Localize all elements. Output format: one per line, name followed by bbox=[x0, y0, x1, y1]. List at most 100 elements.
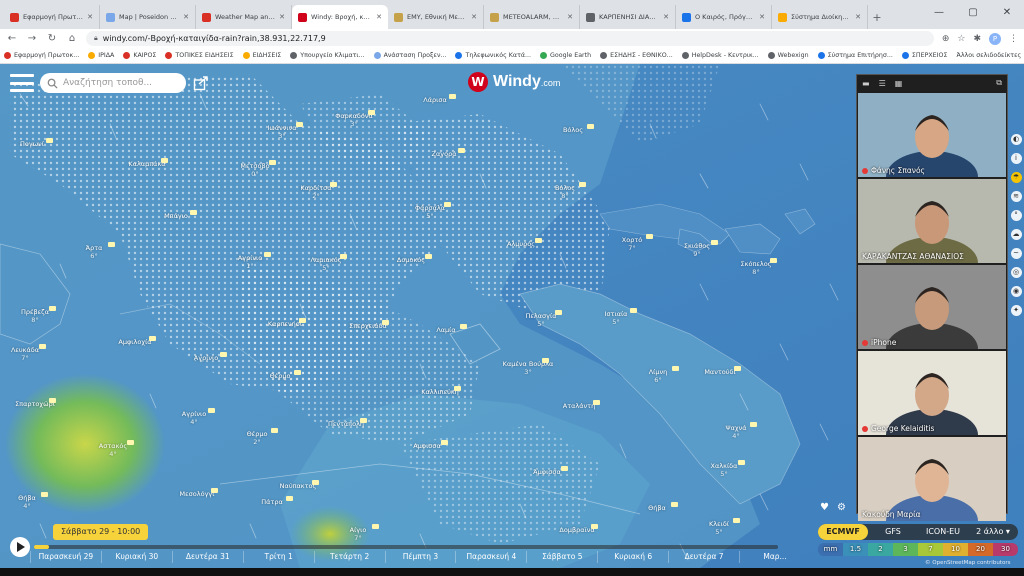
town-label[interactable]: Καρπενήσι bbox=[268, 320, 302, 328]
timeline-day[interactable]: Πέμπτη 3 bbox=[384, 551, 456, 563]
bookmark-item[interactable]: Ανάσταση Προξεν... bbox=[373, 52, 446, 59]
share-icon[interactable] bbox=[193, 75, 209, 91]
model-option[interactable]: ICON-EU bbox=[918, 524, 968, 540]
town-label[interactable]: Πογωνί bbox=[20, 140, 44, 148]
webcam-marker-icon[interactable] bbox=[449, 94, 456, 99]
webcam-marker-icon[interactable] bbox=[593, 400, 600, 405]
browser-tab[interactable]: Windy: Βροχή, καταιγίδα ✕ bbox=[292, 5, 388, 29]
webcam-marker-icon[interactable] bbox=[220, 352, 227, 357]
favorite-heart-icon[interactable]: ♥ bbox=[820, 502, 829, 513]
town-label[interactable]: Χαλκίδα 5° bbox=[711, 462, 738, 478]
timeline-progress[interactable] bbox=[34, 545, 778, 549]
webcam-marker-icon[interactable] bbox=[441, 440, 448, 445]
maximize-button[interactable]: ▢ bbox=[956, 0, 990, 29]
town-label[interactable]: Θέρμο 2° bbox=[247, 430, 268, 446]
webcam-marker-icon[interactable] bbox=[49, 398, 56, 403]
tab-close-icon[interactable]: ✕ bbox=[183, 13, 189, 21]
town-label[interactable]: Βόλος bbox=[563, 126, 583, 134]
webcam-marker-icon[interactable] bbox=[460, 324, 467, 329]
town-label[interactable]: Πάτρα bbox=[261, 498, 283, 506]
webcam-marker-icon[interactable] bbox=[368, 110, 375, 115]
town-label[interactable]: Ιστιαία 5° bbox=[605, 310, 628, 326]
timeline-day[interactable]: Παρασκευή 4 bbox=[455, 551, 526, 563]
timeline-day[interactable]: Κυριακή 30 bbox=[100, 551, 172, 563]
town-label[interactable]: Ζαγορά bbox=[432, 150, 457, 158]
grid-view-icon[interactable]: ▦ bbox=[895, 79, 903, 88]
settings-icon[interactable]: ⚙ bbox=[837, 502, 846, 513]
town-label[interactable]: Μεσολόγγι bbox=[180, 490, 215, 498]
browser-tab[interactable]: ΕΜΥ, Εθνική Μετεωρολ. ✕ bbox=[388, 5, 484, 29]
popout-icon[interactable]: ⧉ bbox=[996, 78, 1002, 88]
town-label[interactable]: Δομβραϊνα bbox=[559, 526, 594, 534]
webcam-marker-icon[interactable] bbox=[444, 202, 451, 207]
town-label[interactable]: Χορτό 7° bbox=[622, 236, 642, 252]
timeline-day[interactable]: Τετάρτη 2 bbox=[313, 551, 385, 563]
browser-tab[interactable]: Σύστημα Διοίκησης ✕ bbox=[772, 5, 868, 29]
town-label[interactable]: Λάρισα bbox=[423, 96, 446, 104]
tab-close-icon[interactable]: ✕ bbox=[279, 13, 285, 21]
webcam-marker-icon[interactable] bbox=[733, 518, 740, 523]
town-label[interactable]: Αστακός 4° bbox=[99, 442, 127, 458]
extensions-icon[interactable]: ✱ bbox=[973, 34, 981, 44]
town-label[interactable]: Ψαχνά 4° bbox=[725, 424, 746, 440]
webcam-marker-icon[interactable] bbox=[587, 124, 594, 129]
webcam-marker-icon[interactable] bbox=[579, 182, 586, 187]
map-layer-icon[interactable]: ◐ bbox=[1010, 134, 1022, 145]
webcam-marker-icon[interactable] bbox=[770, 258, 777, 263]
bookmark-item[interactable]: Τηλεφωνικός Κατά... bbox=[455, 52, 531, 59]
model-option[interactable]: 2 άλλο ▾ bbox=[968, 524, 1018, 540]
profile-avatar[interactable]: P bbox=[989, 32, 1001, 45]
bookmark-item[interactable]: ΕΙΔΗΣΕΙΣ bbox=[242, 52, 281, 59]
town-label[interactable]: Αμφιλοχία bbox=[118, 338, 151, 346]
bookmark-item[interactable]: Υπουργείο Κλιματι... bbox=[290, 52, 365, 59]
webcam-marker-icon[interactable] bbox=[646, 234, 653, 239]
webcam-marker-icon[interactable] bbox=[738, 460, 745, 465]
town-label[interactable]: Λαμιακός 5° bbox=[311, 256, 342, 272]
town-label[interactable]: Μπάγιο bbox=[164, 212, 188, 220]
bookmark-item[interactable]: ΤΟΠΙΚΕΣ ΕΙΔΗΣΕΙΣ bbox=[165, 52, 234, 59]
zoom-icon[interactable]: ⊕ bbox=[942, 34, 950, 44]
temperature-layer-icon[interactable]: ° bbox=[1010, 210, 1022, 221]
participant-tile[interactable]: George Kelaiditis bbox=[858, 351, 1006, 435]
participant-tile[interactable]: Κακούδη Μαρία bbox=[858, 437, 1006, 521]
timeline-day[interactable]: Κυριακή 6 bbox=[597, 551, 668, 563]
bookmark-item[interactable]: ΕΣΗΔΗΣ - ΕΘΝΙΚΟ... bbox=[600, 52, 673, 59]
town-label[interactable]: Σκόπελος 8° bbox=[741, 260, 772, 276]
browser-tab[interactable]: Map | Poseidon System ✕ bbox=[100, 5, 196, 29]
minimize-button[interactable]: — bbox=[922, 0, 956, 29]
town-label[interactable]: Ιωάννινα 3° bbox=[267, 124, 296, 140]
town-label[interactable]: Αγρίνιο 4° bbox=[182, 410, 206, 426]
webcam-marker-icon[interactable] bbox=[630, 308, 637, 313]
town-label[interactable]: Αταλάντη bbox=[563, 402, 595, 410]
webcam-marker-icon[interactable] bbox=[286, 496, 293, 501]
timeline-day[interactable]: Δευτέρα 31 bbox=[171, 551, 243, 563]
webcam-marker-icon[interactable] bbox=[271, 428, 278, 433]
webcam-marker-icon[interactable] bbox=[149, 336, 156, 341]
tab-close-icon[interactable]: ✕ bbox=[471, 13, 477, 21]
webcam-marker-icon[interactable] bbox=[671, 502, 678, 507]
reload-icon[interactable]: ↻ bbox=[46, 33, 58, 44]
other-bookmarks[interactable]: Άλλοι σελιδοδείκτες bbox=[956, 52, 1021, 59]
back-arrow-icon[interactable]: ← bbox=[6, 33, 18, 44]
browser-tab[interactable]: METEOALARM, ΕΜΥ ✕ bbox=[484, 5, 580, 29]
webcam-marker-icon[interactable] bbox=[269, 160, 276, 165]
tab-close-icon[interactable]: ✕ bbox=[759, 13, 765, 21]
close-window-button[interactable]: ✕ bbox=[990, 0, 1024, 29]
town-label[interactable]: Αίγιο 7° bbox=[350, 526, 367, 542]
webcam-marker-icon[interactable] bbox=[734, 366, 741, 371]
bookmark-item[interactable]: ΙΡΙΔΑ bbox=[88, 52, 114, 59]
webcam-marker-icon[interactable] bbox=[161, 158, 168, 163]
webcam-marker-icon[interactable] bbox=[46, 138, 53, 143]
webcam-marker-icon[interactable] bbox=[108, 242, 115, 247]
town-label[interactable]: Άρτα 6° bbox=[86, 244, 103, 260]
webcam-marker-icon[interactable] bbox=[591, 524, 598, 529]
town-label[interactable]: Μαντούδι bbox=[704, 368, 735, 376]
tab-close-icon[interactable]: ✕ bbox=[855, 13, 861, 21]
webcam-marker-icon[interactable] bbox=[542, 358, 549, 363]
windy-logo[interactable]: W Windy.com bbox=[468, 72, 560, 92]
webcam-marker-icon[interactable] bbox=[425, 254, 432, 259]
tab-close-icon[interactable]: ✕ bbox=[87, 13, 93, 21]
webcam-marker-icon[interactable] bbox=[360, 418, 367, 423]
participant-tile[interactable]: ΚΑΡΑΚΑΝΤΖΑΣ ΑΘΑΝΑΣΙΟΣ bbox=[858, 179, 1006, 263]
webcam-marker-icon[interactable] bbox=[39, 344, 46, 349]
